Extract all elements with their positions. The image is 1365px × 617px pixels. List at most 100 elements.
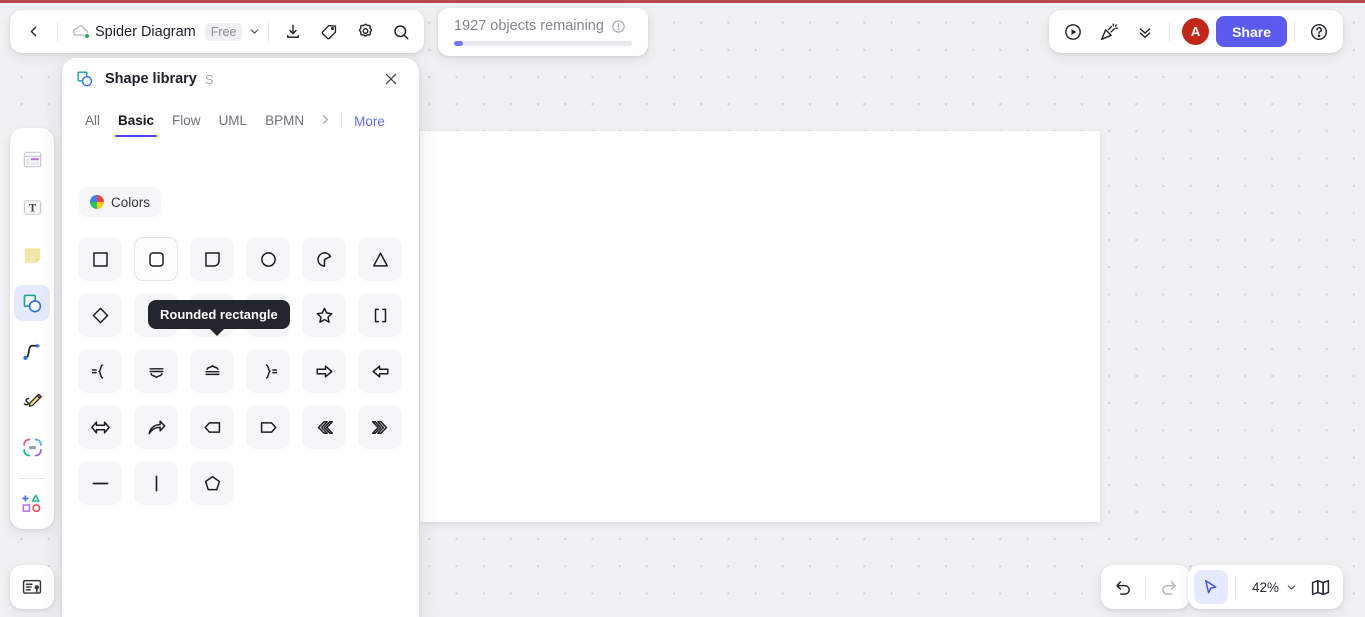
shape-library-shortcut: S: [204, 71, 214, 87]
undo-redo-toolbar: [1101, 565, 1190, 609]
celebrate-button[interactable]: [1092, 15, 1126, 49]
tab-bpmn[interactable]: BPMN: [256, 113, 313, 137]
colors-filter-button[interactable]: Colors: [79, 187, 162, 217]
shape-circle[interactable]: [246, 237, 290, 281]
zoom-level-selector[interactable]: 42%: [1243, 580, 1301, 595]
color-wheel-icon: [90, 195, 104, 209]
shape-square[interactable]: [78, 237, 122, 281]
shape-horizontal-line[interactable]: [78, 461, 122, 505]
more-tools[interactable]: [14, 485, 50, 521]
undo-button[interactable]: [1106, 570, 1140, 604]
top-left-toolbar: Spider Diagram Free: [10, 10, 425, 53]
diamond-icon: [89, 304, 112, 327]
triangle-icon: [369, 248, 392, 271]
shape-star[interactable]: [302, 293, 346, 337]
close-icon[interactable]: [377, 65, 405, 93]
shape-tooltip: Rounded rectangle: [148, 300, 290, 336]
objects-progress-track: [454, 41, 632, 46]
document-menu-chevron-down-icon[interactable]: [248, 25, 261, 38]
shape-left-chevron[interactable]: [302, 405, 346, 449]
shape-vertical-line[interactable]: [134, 461, 178, 505]
divider: [268, 20, 270, 43]
canvas-page-sheet[interactable]: [420, 131, 1100, 522]
shape-library-title: Shape library: [105, 71, 197, 87]
divider: [1294, 20, 1295, 43]
plan-badge[interactable]: Free: [204, 22, 243, 41]
shape-right-chevron[interactable]: [358, 405, 402, 449]
shape-pentagon[interactable]: [190, 461, 234, 505]
left-brace-icon: [89, 360, 112, 383]
right-chevron-icon: [369, 416, 392, 439]
shape-left-pentagon-arrow[interactable]: [190, 405, 234, 449]
text-tool[interactable]: T: [14, 189, 50, 225]
shape-right-brace[interactable]: [246, 349, 290, 393]
shape-double-arrow[interactable]: [78, 405, 122, 449]
comment-tool[interactable]: [14, 429, 50, 465]
spatial-map-button[interactable]: [10, 565, 54, 609]
vertical-line-icon: [145, 472, 168, 495]
objects-progress-fill: [454, 41, 463, 46]
collapse-button[interactable]: [1128, 15, 1162, 49]
shape-right-arrow[interactable]: [302, 349, 346, 393]
shape-rounded-rectangle[interactable]: [134, 237, 178, 281]
divider: [19, 478, 45, 479]
settings-button[interactable]: [348, 15, 382, 49]
objects-remaining-label: 1927 objects remaining: [454, 18, 604, 35]
back-button[interactable]: [16, 15, 50, 49]
present-button[interactable]: [1056, 15, 1090, 49]
rounded-rectangle-icon: [145, 248, 168, 271]
down-brace-icon: [145, 360, 168, 383]
divider: [1169, 20, 1171, 43]
shape-curved-arrow[interactable]: [134, 405, 178, 449]
tab-uml[interactable]: UML: [210, 113, 257, 137]
share-button[interactable]: Share: [1216, 16, 1287, 47]
shape-one-corner-rounded[interactable]: [190, 237, 234, 281]
shape-up-brace[interactable]: [190, 349, 234, 393]
shape-brackets[interactable]: [358, 293, 402, 337]
shape-library-header: Shape library S: [62, 58, 419, 100]
shape-library-body: Colors Rounded rectangle: [62, 137, 419, 505]
help-button[interactable]: [1302, 15, 1336, 49]
tab-basic[interactable]: Basic: [109, 113, 163, 137]
shape-triangle[interactable]: [358, 237, 402, 281]
tab-flow[interactable]: Flow: [163, 113, 210, 137]
right-pentagon-tag-icon: [257, 416, 280, 439]
app-root: Spider Diagram Free 1927 objects remaini…: [0, 0, 1365, 617]
cursor-tool-button[interactable]: [1193, 570, 1228, 604]
square-icon: [89, 248, 112, 271]
info-icon[interactable]: [611, 19, 626, 34]
pen-tool[interactable]: [14, 381, 50, 417]
left-chevron-icon: [313, 416, 336, 439]
circle-icon: [257, 248, 280, 271]
tag-button[interactable]: [312, 15, 346, 49]
more-categories-link[interactable]: More: [346, 114, 393, 137]
horizontal-line-icon: [89, 472, 112, 495]
frame-tool[interactable]: [14, 141, 50, 177]
zoom-toolbar: 42%: [1187, 565, 1343, 609]
search-button[interactable]: [384, 15, 418, 49]
shapes-tool[interactable]: [14, 285, 50, 321]
tab-all[interactable]: All: [76, 113, 109, 137]
connector-tool[interactable]: [14, 333, 50, 369]
download-button[interactable]: [276, 15, 310, 49]
left-pentagon-arrow-icon: [201, 416, 224, 439]
minimap-button[interactable]: [1303, 570, 1337, 604]
saved-status-dot: [84, 32, 90, 39]
shape-right-pentagon-tag[interactable]: [246, 405, 290, 449]
shape-library-panel: Shape library S All Basic Flow UML BPMN More…: [62, 58, 419, 617]
colors-label: Colors: [111, 194, 151, 210]
sticky-note-tool[interactable]: [14, 237, 50, 273]
curved-arrow-icon: [145, 416, 168, 439]
document-title[interactable]: Spider Diagram: [93, 24, 196, 40]
pentagon-icon: [201, 472, 224, 495]
shape-diamond[interactable]: [78, 293, 122, 337]
shape-left-arrow[interactable]: [358, 349, 402, 393]
redo-button[interactable]: [1151, 570, 1185, 604]
shape-down-brace[interactable]: [134, 349, 178, 393]
shape-pie-slice[interactable]: [302, 237, 346, 281]
star-icon: [313, 304, 336, 327]
shape-left-brace[interactable]: [78, 349, 122, 393]
double-arrow-icon: [89, 416, 112, 439]
chevron-right-icon[interactable]: [313, 107, 337, 131]
avatar[interactable]: A: [1182, 18, 1210, 45]
